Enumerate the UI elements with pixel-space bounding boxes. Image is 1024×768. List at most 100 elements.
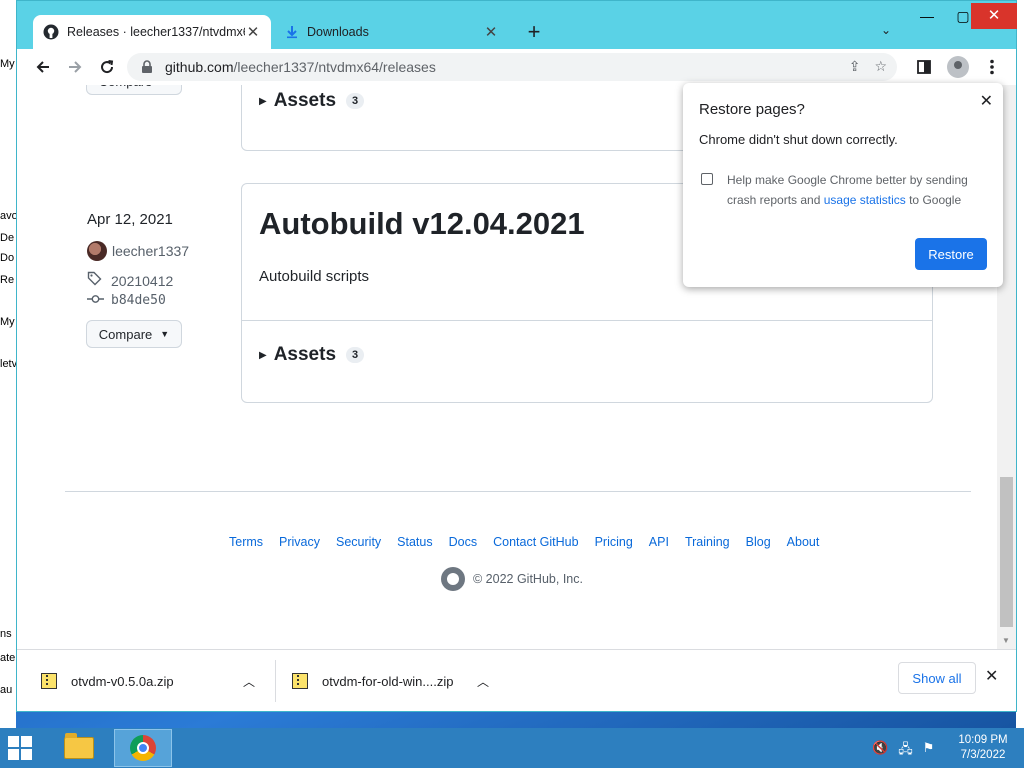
tab-title: Releases · leecher1337/ntvdmx64 [67, 25, 245, 39]
download-item[interactable]: otvdm-v0.5.0a.zip ︿ [41, 660, 261, 702]
show-all-button[interactable]: Show all [898, 662, 976, 694]
commit-icon [87, 293, 105, 308]
footer-link-pricing[interactable]: Pricing [595, 535, 633, 549]
fragment-text: au [0, 684, 13, 696]
usage-statistics-link[interactable]: usage statistics [824, 193, 906, 207]
network-icon[interactable]: 🖧 [898, 740, 913, 762]
tab-downloads[interactable]: Downloads ✕ [275, 15, 509, 49]
assets-count: 3 [346, 347, 365, 363]
download-filename: otvdm-v0.5.0a.zip [71, 673, 174, 689]
fragment-text: Re [0, 274, 15, 286]
assets-count: 3 [346, 93, 365, 109]
close-icon[interactable]: ✕ [985, 666, 998, 686]
fragment-text: ns [0, 628, 12, 640]
chrome-icon [130, 735, 156, 761]
assets-label: Assets [273, 344, 337, 365]
forward-arrow-icon[interactable] [59, 51, 91, 83]
zip-file-icon [41, 673, 57, 689]
side-panel-icon[interactable] [908, 51, 940, 83]
compare-button-previous[interactable]: Compare ▼ [86, 85, 182, 95]
scrollbar-thumb[interactable] [1000, 477, 1013, 627]
release-tag[interactable]: 20210412 [87, 271, 173, 290]
browser-toolbar: github.com/leecher1337/ntvdmx64/releases… [17, 49, 1016, 85]
commit-hash: b84de50 [111, 293, 166, 308]
crash-report-checkbox[interactable] [701, 173, 713, 185]
windows-start-icon[interactable] [8, 736, 32, 760]
back-arrow-icon[interactable] [27, 51, 59, 83]
footer-link-privacy[interactable]: Privacy [279, 535, 320, 549]
system-tray: 🔇 🖧 ⚑ [872, 740, 934, 762]
address-bar[interactable]: github.com/leecher1337/ntvdmx64/releases… [127, 53, 897, 81]
footer-link-training[interactable]: Training [685, 535, 730, 549]
chevron-up-icon[interactable]: ︿ [243, 673, 255, 690]
footer-link-contact[interactable]: Contact GitHub [493, 535, 578, 549]
caret-down-icon: ▼ [160, 85, 169, 86]
download-shelf: otvdm-v0.5.0a.zip ︿ otvdm-for-old-win...… [17, 649, 1016, 711]
author-name: leecher1337 [112, 243, 190, 259]
footer-link-docs[interactable]: Docs [449, 535, 477, 549]
file-explorer-taskbar-button[interactable] [54, 730, 104, 766]
help-text-suffix: to Google [905, 193, 962, 207]
tag-name: 20210412 [111, 272, 174, 289]
download-icon [287, 26, 297, 39]
github-logo-icon[interactable] [441, 567, 465, 591]
fragment-text: My [0, 316, 15, 328]
bubble-message: Chrome didn't shut down correctly. [699, 132, 898, 147]
compare-button[interactable]: Compare ▼ [86, 320, 182, 348]
footer-link-security[interactable]: Security [336, 535, 381, 549]
chrome-taskbar-button[interactable] [114, 729, 172, 767]
tab-title: Downloads [307, 25, 369, 39]
release-author[interactable]: leecher1337 [87, 241, 189, 261]
scroll-down-arrow-icon[interactable]: ▼ [1002, 636, 1010, 645]
download-filename: otvdm-for-old-win....zip [322, 673, 454, 689]
restore-button[interactable]: Restore [915, 238, 987, 270]
assets-toggle[interactable]: ▶ Assets 3 [259, 90, 365, 112]
footer-link-api[interactable]: API [649, 535, 669, 549]
window-close-button[interactable]: ✕ [971, 3, 1017, 29]
new-tab-button[interactable]: + [523, 21, 545, 43]
fragment-text: De [0, 232, 15, 244]
minimize-button[interactable]: — [907, 3, 947, 29]
profile-avatar-icon[interactable] [947, 56, 969, 78]
assets-label: Assets [273, 90, 337, 111]
avatar [87, 241, 107, 261]
action-center-icon[interactable]: ⚑ [923, 740, 935, 762]
footer-link-about[interactable]: About [787, 535, 820, 549]
reload-icon[interactable] [91, 51, 123, 83]
tab-strip: Releases · leecher1337/ntvdmx64 ✕ Downlo… [17, 1, 1017, 49]
footer-link-terms[interactable]: Terms [229, 535, 263, 549]
kebab-menu-icon[interactable] [976, 51, 1008, 83]
bookmark-star-icon[interactable]: ☆ [874, 58, 887, 75]
tab-close-icon[interactable]: ✕ [483, 23, 499, 41]
release-title[interactable]: Autobuild v12.04.2021 [259, 206, 585, 242]
lock-icon [142, 60, 152, 73]
chevron-up-icon[interactable]: ︿ [477, 673, 489, 690]
tab-close-icon[interactable]: ✕ [245, 23, 261, 41]
footer-link-blog[interactable]: Blog [746, 535, 771, 549]
release-date: Apr 12, 2021 [87, 211, 173, 228]
close-icon[interactable]: ✕ [980, 91, 993, 111]
fragment-text: Do [0, 252, 15, 264]
fragment-text: avo [0, 210, 16, 222]
release-commit[interactable]: b84de50 [87, 293, 166, 308]
chrome-window: Releases · leecher1337/ntvdmx64 ✕ Downlo… [16, 0, 1017, 712]
tab-releases[interactable]: Releases · leecher1337/ntvdmx64 ✕ [33, 15, 271, 49]
url-path: /leecher1337/ntvdmx64/releases [233, 59, 436, 75]
fragment-text: letv [0, 358, 16, 370]
footer-link-status[interactable]: Status [397, 535, 432, 549]
triangle-right-icon: ▶ [259, 349, 267, 361]
volume-muted-icon[interactable]: 🔇 [872, 740, 888, 762]
footer-links: Terms Privacy Security Status Docs Conta… [229, 535, 819, 549]
tab-search-button[interactable]: ⌄ [881, 23, 891, 37]
taskbar: 🔇 🖧 ⚑ 10:09 PM 7/3/2022 [0, 728, 1024, 768]
fragment-text: My [0, 58, 15, 70]
clock-date: 7/3/2022 [960, 749, 1006, 761]
assets-toggle[interactable]: ▶ Assets 3 [259, 344, 365, 366]
restore-pages-bubble: Restore pages? ✕ Chrome didn't shut down… [683, 83, 1003, 287]
download-item[interactable]: otvdm-for-old-win....zip ︿ [275, 660, 495, 702]
crash-report-label: Help make Google Chrome better by sendin… [727, 170, 989, 210]
compare-label: Compare [99, 85, 152, 89]
share-icon[interactable]: ⇪ [849, 58, 861, 75]
footer-divider [65, 491, 971, 492]
taskbar-clock[interactable]: 10:09 PM 7/3/2022 [950, 733, 1016, 763]
